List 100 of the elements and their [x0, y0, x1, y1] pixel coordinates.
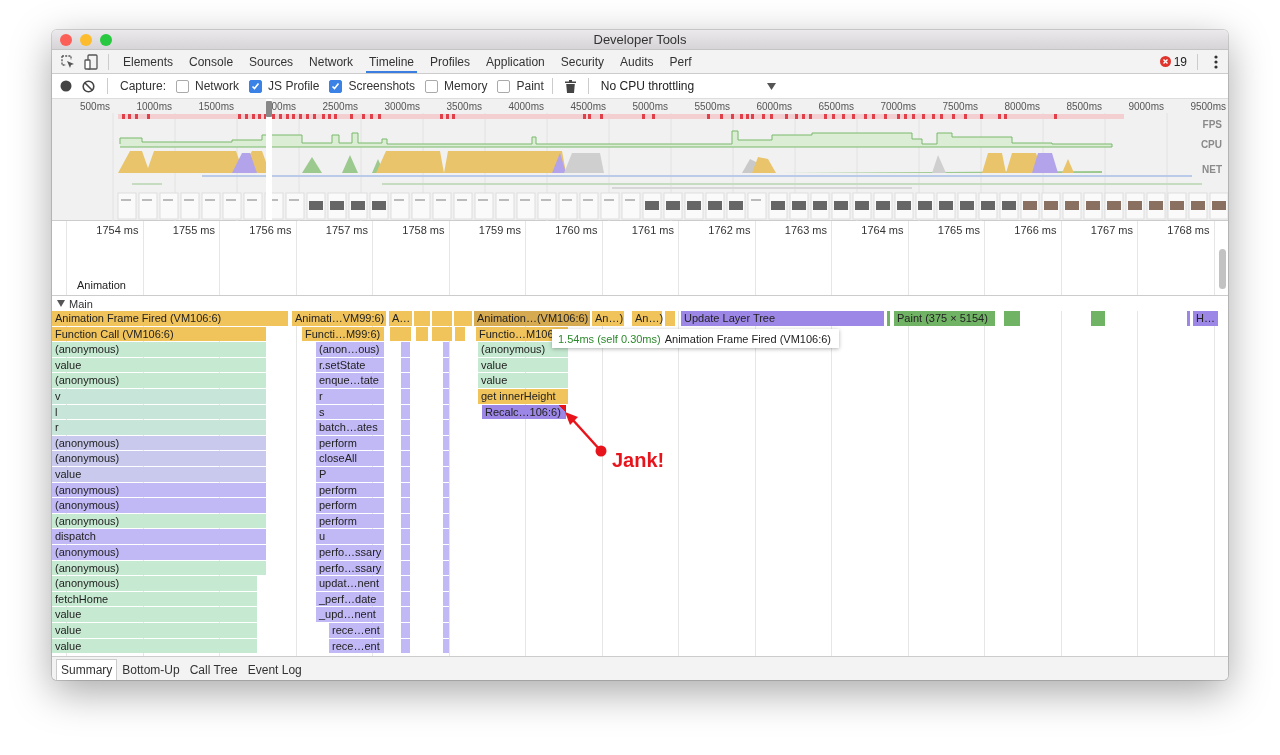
flame-chart-bar[interactable]: perform [316, 513, 384, 529]
flame-chart-bar[interactable]: Animation…(VM106:6) [474, 311, 590, 326]
flame-chart-bar[interactable] [432, 326, 452, 342]
flame-chart-bar[interactable]: value [52, 607, 257, 622]
checkbox[interactable] [497, 79, 511, 93]
flame-chart-bar[interactable]: Update Layer Tree [681, 311, 884, 326]
flame-chart-bar[interactable] [401, 638, 410, 654]
panel-tab[interactable]: Network [306, 50, 357, 73]
device-icon[interactable] [84, 53, 98, 70]
flame-chart-bar[interactable] [401, 576, 410, 591]
flame-chart-bar[interactable] [443, 435, 449, 451]
flame-chart-bar[interactable]: (anonymous) [52, 560, 266, 576]
flame-chart-bar[interactable] [443, 623, 449, 638]
flame-chart-bar[interactable]: (anonymous) [52, 513, 266, 529]
flame-chart-bar[interactable]: P [316, 467, 384, 482]
flame-chart-bar[interactable] [401, 591, 410, 607]
flame-chart-bar[interactable] [401, 529, 410, 544]
flame-chart-bar[interactable] [443, 482, 449, 498]
flame-chart-bar[interactable]: value [52, 638, 257, 654]
flame-chart-bar[interactable]: perform [316, 435, 384, 451]
flame-chart-bar[interactable] [401, 467, 410, 482]
flame-chart-bar[interactable] [401, 513, 410, 529]
flame-chart-bar[interactable]: value [52, 467, 266, 482]
flame-chart-bar[interactable] [443, 373, 449, 388]
trash-icon[interactable] [564, 79, 576, 93]
flame-chart-bar[interactable] [1187, 311, 1190, 326]
flame-chart-bar[interactable] [454, 311, 472, 326]
flame-chart-bar[interactable] [414, 311, 430, 326]
panel-tab[interactable]: Security [557, 50, 608, 73]
close-button[interactable] [60, 34, 72, 46]
more-menu-icon[interactable] [1214, 54, 1218, 69]
flame-chart-bar[interactable]: Animation Frame Fired (VM106:6) [52, 311, 288, 326]
flame-chart-bar[interactable]: (anonymous) [52, 545, 266, 560]
flame-chart-bar[interactable]: (anon…ous) [316, 342, 384, 357]
flame-chart-bar[interactable] [443, 420, 449, 435]
flame-chart-bar[interactable]: fetchHome [52, 591, 257, 607]
flame-chart-bar[interactable]: perform [316, 498, 384, 513]
flame-chart-bar[interactable] [443, 529, 449, 544]
flame-chart-bar[interactable]: _upd…nent [316, 607, 384, 622]
flame-chart-bar[interactable] [455, 326, 465, 342]
flame-chart-bar[interactable]: (anonymous) [478, 342, 568, 357]
flame-chart-bar[interactable]: value [478, 373, 568, 388]
flame-chart-bar[interactable] [443, 389, 449, 404]
flame-chart-bar[interactable]: (anonymous) [52, 435, 266, 451]
flame-chart-bar[interactable]: u [316, 529, 384, 544]
panel-tab[interactable]: Console [186, 50, 237, 73]
throttling-dropdown[interactable]: No CPU throttling [600, 79, 776, 93]
flame-chart-bar[interactable] [443, 560, 449, 576]
flame-chart-bar[interactable] [443, 513, 449, 529]
selection-handle[interactable] [266, 99, 272, 220]
zoom-button[interactable] [100, 34, 112, 46]
flame-chart-bar[interactable] [401, 435, 410, 451]
flame-chart-bar[interactable] [443, 357, 449, 373]
flame-chart-bar[interactable]: rece…ent [329, 623, 384, 638]
flame-chart-bar[interactable]: dispatch [52, 529, 266, 544]
flame-chart-bar[interactable]: perfo…ssary [316, 560, 384, 576]
panel-tab[interactable]: Elements [120, 50, 177, 73]
flame-chart-bar[interactable]: An…) [592, 311, 624, 326]
flame-chart-bar[interactable]: (anonymous) [52, 482, 266, 498]
flame-chart-bar[interactable] [401, 545, 410, 560]
checkbox[interactable] [329, 79, 343, 93]
flame-chart-bar[interactable] [401, 404, 410, 420]
flame-chart-bar[interactable]: closeAll [316, 451, 384, 466]
flame-chart-bar[interactable] [390, 326, 411, 342]
flame-chart-bar[interactable]: H… [1193, 311, 1218, 326]
flame-chart-bar[interactable]: perfo…ssary [316, 545, 384, 560]
view-tab[interactable]: Summary [56, 659, 118, 680]
flame-chart-bar[interactable]: l [52, 404, 266, 420]
flame-chart-bar[interactable]: (anonymous) [52, 342, 266, 357]
checkbox[interactable] [425, 79, 439, 93]
checkbox[interactable] [249, 79, 263, 93]
flame-chart-bar[interactable] [443, 638, 449, 654]
flame-chart-bar[interactable]: s [316, 404, 384, 420]
panel-tab[interactable]: Timeline [366, 50, 417, 73]
flame-chart-bar[interactable]: value [52, 623, 257, 638]
flame-chart-bar[interactable]: value [478, 357, 568, 373]
flame-chart-bar[interactable] [401, 420, 410, 435]
flame-chart-bar[interactable]: Paint (375 × 5154) [894, 311, 995, 326]
panel-tab[interactable]: Audits [617, 50, 657, 73]
flame-chart-bar[interactable]: Recalc…106:6) [482, 404, 566, 420]
scrollbar-thumb[interactable] [1219, 249, 1226, 289]
flame-chart-bar[interactable]: Functi…M99:6) [302, 326, 384, 342]
flame-chart-bar[interactable]: _perf…date [316, 591, 384, 607]
flame-chart-bar[interactable]: r [52, 420, 266, 435]
flame-chart-bar[interactable] [401, 482, 410, 498]
flame-chart-bar[interactable] [401, 451, 410, 466]
flame-chart-bar[interactable] [443, 576, 449, 591]
flame-chart-bar[interactable]: (anonymous) [52, 576, 257, 591]
flame-chart-bar[interactable] [443, 342, 449, 357]
flame-chart-bar[interactable] [401, 342, 410, 357]
flame-chart-bar[interactable]: value [52, 357, 266, 373]
view-tab[interactable]: Event Log [242, 659, 307, 680]
flame-chart-bar[interactable] [1004, 311, 1020, 326]
view-tab[interactable]: Call Tree [184, 659, 243, 680]
flame-chart-bar[interactable] [401, 607, 410, 622]
flame-chart-bar[interactable] [887, 311, 890, 326]
flame-chart-bar[interactable] [443, 545, 449, 560]
minimize-button[interactable] [80, 34, 92, 46]
flame-chart-bar[interactable]: A… [389, 311, 412, 326]
flame-chart-bar[interactable] [401, 357, 410, 373]
